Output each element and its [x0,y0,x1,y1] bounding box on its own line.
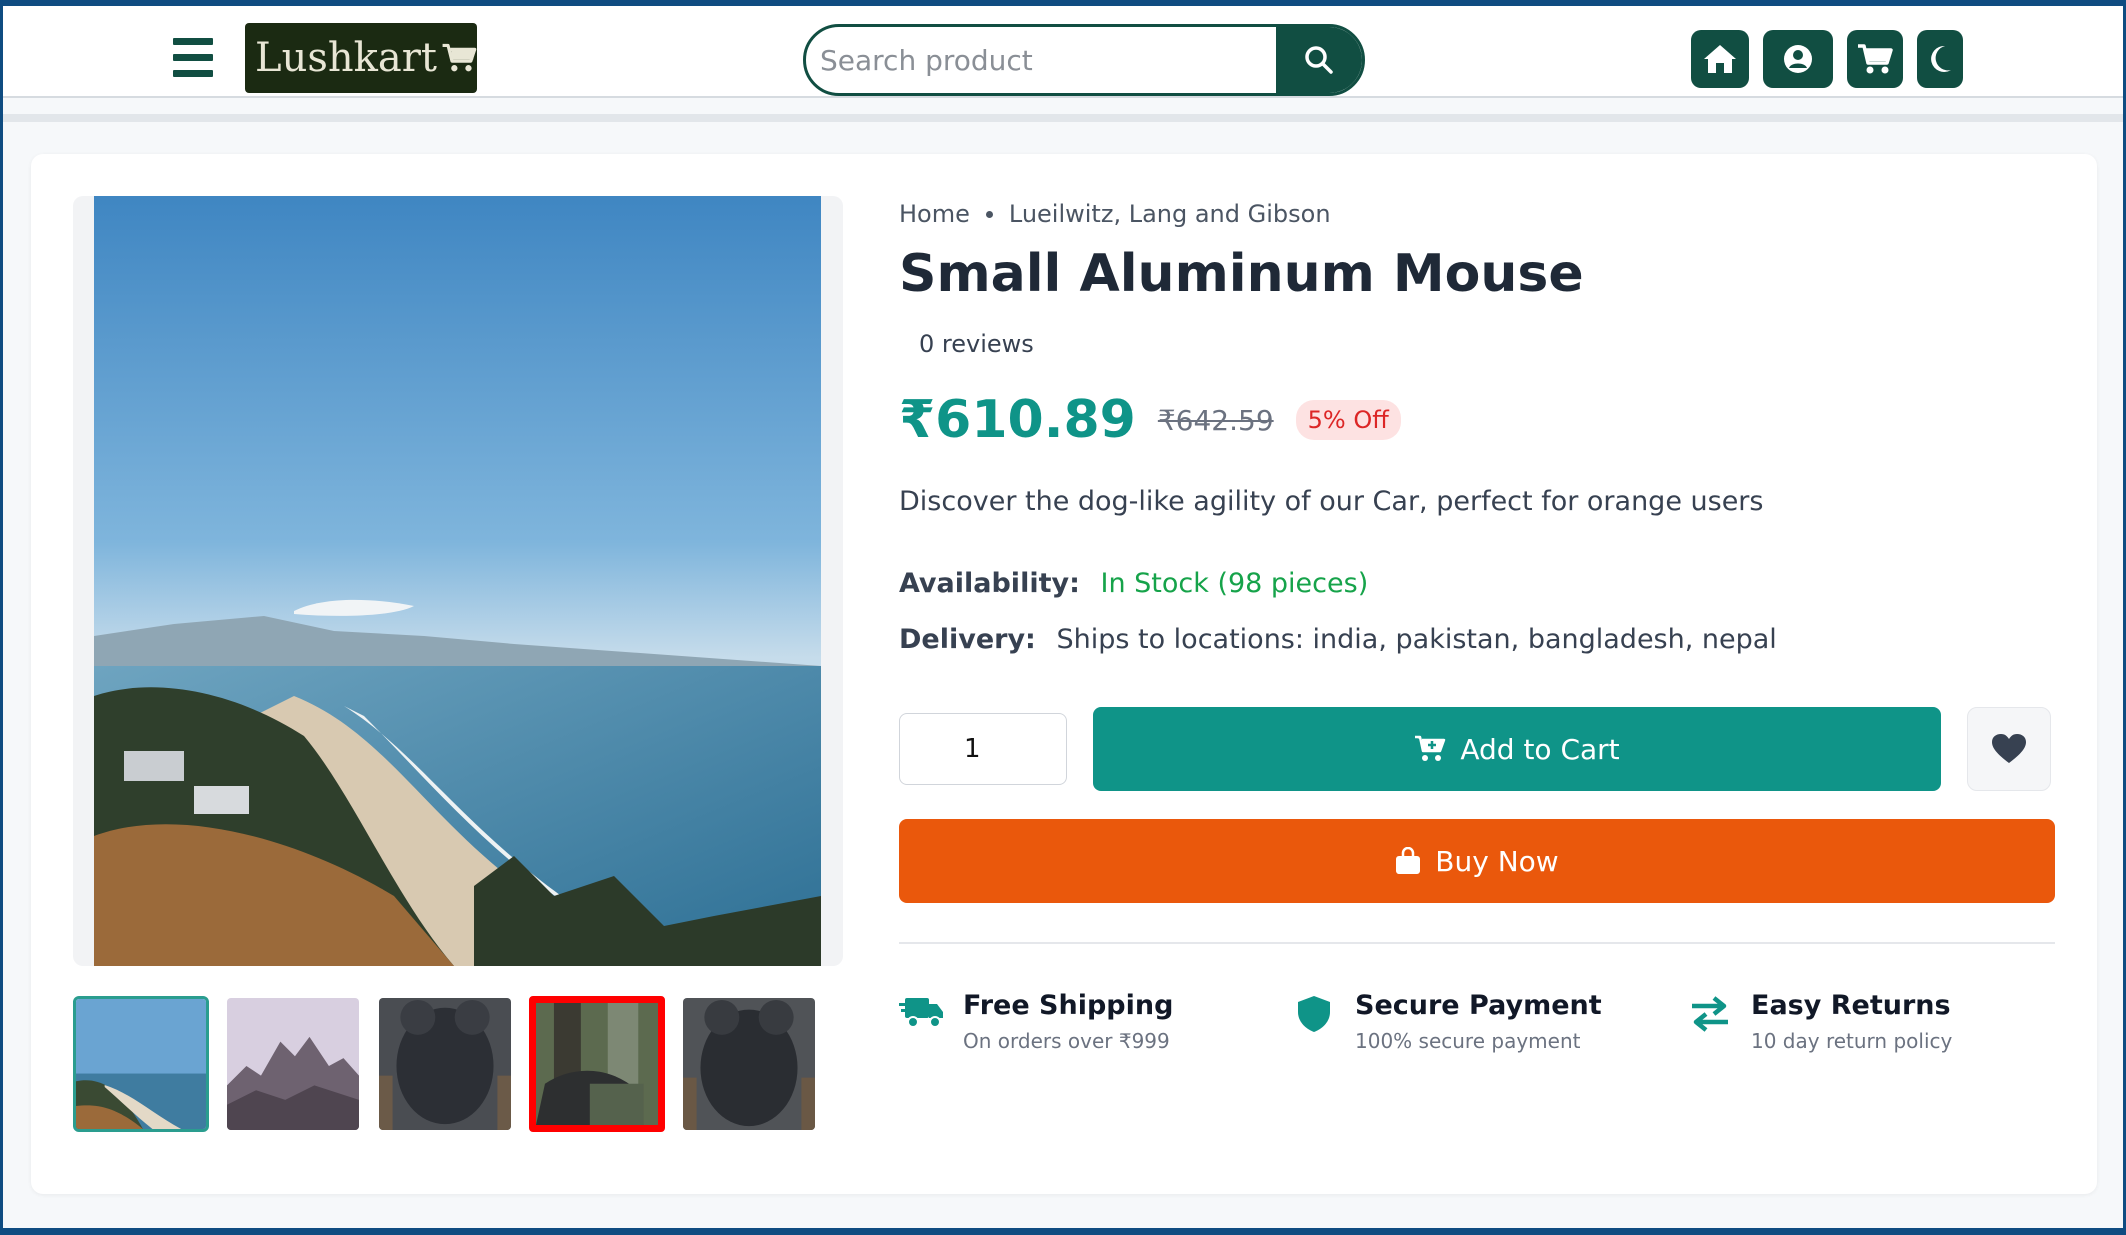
cart-icon [1858,44,1893,74]
feature-text: Easy Returns 10 day return policy [1751,990,1952,1053]
home-button[interactable] [1691,30,1749,88]
heart-icon [1992,734,2026,763]
truck-icon [899,998,943,1028]
cart-button[interactable] [1847,30,1903,88]
breadcrumb-separator [985,210,993,218]
review-count[interactable]: 0 reviews [919,330,1034,358]
main-product-image[interactable] [94,196,821,966]
cart-plus-icon [1415,735,1446,761]
thumbnail-strip [73,996,817,1132]
navbar: Lushkart [3,6,2123,98]
feature-free-shipping: Free Shipping On orders over ₹999 [899,990,1173,1053]
account-button[interactable] [1763,30,1833,88]
thumbnail-mountains[interactable] [225,996,361,1132]
thumbnail-statue-garden[interactable] [529,996,665,1132]
moon-icon [1931,45,1951,72]
search-icon [1305,46,1333,74]
thumbnail-statue-back[interactable] [681,996,817,1132]
product-description: Discover the dog-like agility of our Car… [899,486,1764,517]
breadcrumb: Home Lueilwitz, Lang and Gibson [899,200,1331,228]
feature-title: Secure Payment [1355,990,1602,1021]
logo-text: Lushkart [255,35,437,81]
breadcrumb-home[interactable]: Home [899,200,970,228]
hamburger-menu-icon[interactable] [173,38,215,84]
delivery-value: Ships to locations: india, pakistan, ban… [1056,624,1777,655]
shopping-bag-icon [1396,847,1421,874]
availability-row: Availability: In Stock (98 pieces) [899,568,1368,599]
discount-badge: 5% Off [1295,400,1401,440]
price-row: ₹610.89 ₹642.59 5% Off [899,390,1401,450]
feature-text: Secure Payment 100% secure payment [1355,990,1602,1053]
features-divider [899,942,2055,944]
feature-text: Free Shipping On orders over ₹999 [963,990,1173,1053]
buy-now-label: Buy Now [1435,844,1559,878]
feature-subtitle: 100% secure payment [1355,1029,1581,1053]
add-to-cart-label: Add to Cart [1460,732,1620,766]
buy-now-button[interactable]: Buy Now [899,819,2055,903]
breadcrumb-brand[interactable]: Lueilwitz, Lang and Gibson [1009,200,1331,228]
thumbnail-statue[interactable] [377,996,513,1132]
main-image-container [73,196,843,966]
feature-easy-returns: Easy Returns 10 day return policy [1687,990,1952,1053]
thumbnail-beach[interactable] [73,996,209,1132]
feature-title: Free Shipping [963,990,1174,1021]
feature-subtitle: On orders over ₹999 [963,1029,1170,1053]
add-to-cart-button[interactable]: Add to Cart [1093,707,1941,791]
delivery-row: Delivery: Ships to locations: india, pak… [899,624,1777,655]
home-icon [1704,45,1736,73]
delivery-label: Delivery: [899,624,1036,655]
navbar-divider [3,114,2123,122]
availability-label: Availability: [899,568,1080,599]
search-button[interactable] [1276,27,1362,93]
feature-title: Easy Returns [1751,990,1951,1021]
product-title: Small Aluminum Mouse [899,244,1584,304]
shield-icon [1298,996,1330,1032]
exchange-arrows-icon [1692,996,1728,1032]
feature-secure-payment: Secure Payment 100% secure payment [1291,990,1602,1053]
user-icon [1784,45,1812,73]
availability-value: In Stock (98 pieces) [1100,568,1369,599]
nav-icon-group [1691,30,1963,88]
quantity-input[interactable] [899,713,1067,785]
wishlist-button[interactable] [1967,707,2051,791]
logo[interactable]: Lushkart [245,23,477,93]
theme-toggle-button[interactable] [1917,30,1963,88]
search-bar [803,24,1365,96]
current-price: ₹610.89 [899,390,1136,450]
logo-cart-icon [442,43,477,72]
search-input[interactable] [806,27,1276,93]
original-price: ₹642.59 [1157,403,1274,437]
feature-subtitle: 10 day return policy [1751,1029,1953,1053]
browser-frame: Lushkart Search product Home Lueilwitz, … [3,6,2123,1228]
product-card: Home Lueilwitz, Lang and Gibson Small Al… [31,154,2097,1194]
